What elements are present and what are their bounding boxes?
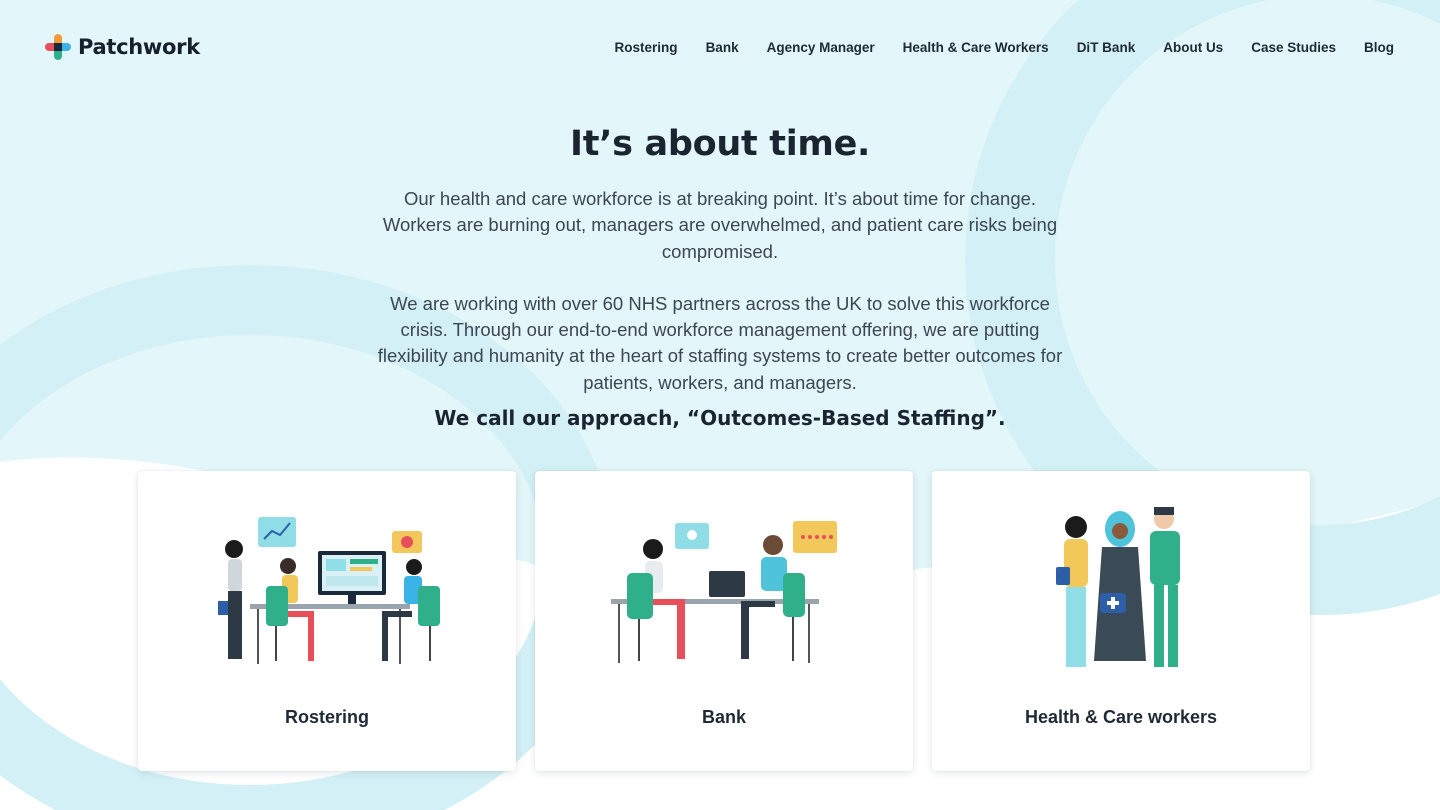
approach-statement: We call our approach, “Outcomes-Based St…: [434, 406, 1006, 431]
nav-health-care-workers[interactable]: Health & Care Workers: [903, 40, 1049, 55]
team-at-computer-illustration: [218, 517, 440, 664]
nav-bank[interactable]: Bank: [706, 40, 739, 55]
site-header: Patchwork Rostering Bank Agency Manager …: [0, 0, 1440, 94]
nav-rostering[interactable]: Rostering: [615, 40, 678, 55]
card-health-care-workers-label: Health & Care workers: [1024, 707, 1218, 727]
nav-about-us[interactable]: About Us: [1163, 40, 1223, 55]
patchwork-logo-icon: [45, 34, 71, 60]
healthcare-workers-illustration: [1056, 507, 1180, 667]
card-rostering-label: Rostering: [284, 707, 369, 727]
hero-title: It’s about time.: [569, 124, 871, 164]
hero-paragraph-2: We are working with over 60 NHS partners…: [377, 292, 1063, 393]
card-rostering[interactable]: Rostering: [138, 471, 516, 771]
card-bank[interactable]: Bank: [535, 471, 913, 771]
brand-name: Patchwork: [78, 35, 200, 59]
main-nav: Rostering Bank Agency Manager Health & C…: [615, 40, 1394, 55]
service-cards: Rostering Bank Health & Care workers: [138, 471, 1310, 771]
hero-section: It’s about time. Our health and care wor…: [0, 118, 1440, 430]
card-health-care-workers[interactable]: Health & Care workers: [932, 471, 1310, 771]
nav-agency-manager[interactable]: Agency Manager: [767, 40, 875, 55]
hero-paragraph-1: Our health and care workforce is at brea…: [382, 188, 1058, 262]
desk-meeting-illustration: [611, 521, 837, 663]
nav-dit-bank[interactable]: DiT Bank: [1077, 40, 1136, 55]
card-bank-label: Bank: [701, 707, 746, 727]
brand-logo[interactable]: Patchwork: [44, 33, 200, 61]
nav-blog[interactable]: Blog: [1364, 40, 1394, 55]
nav-case-studies[interactable]: Case Studies: [1251, 40, 1336, 55]
